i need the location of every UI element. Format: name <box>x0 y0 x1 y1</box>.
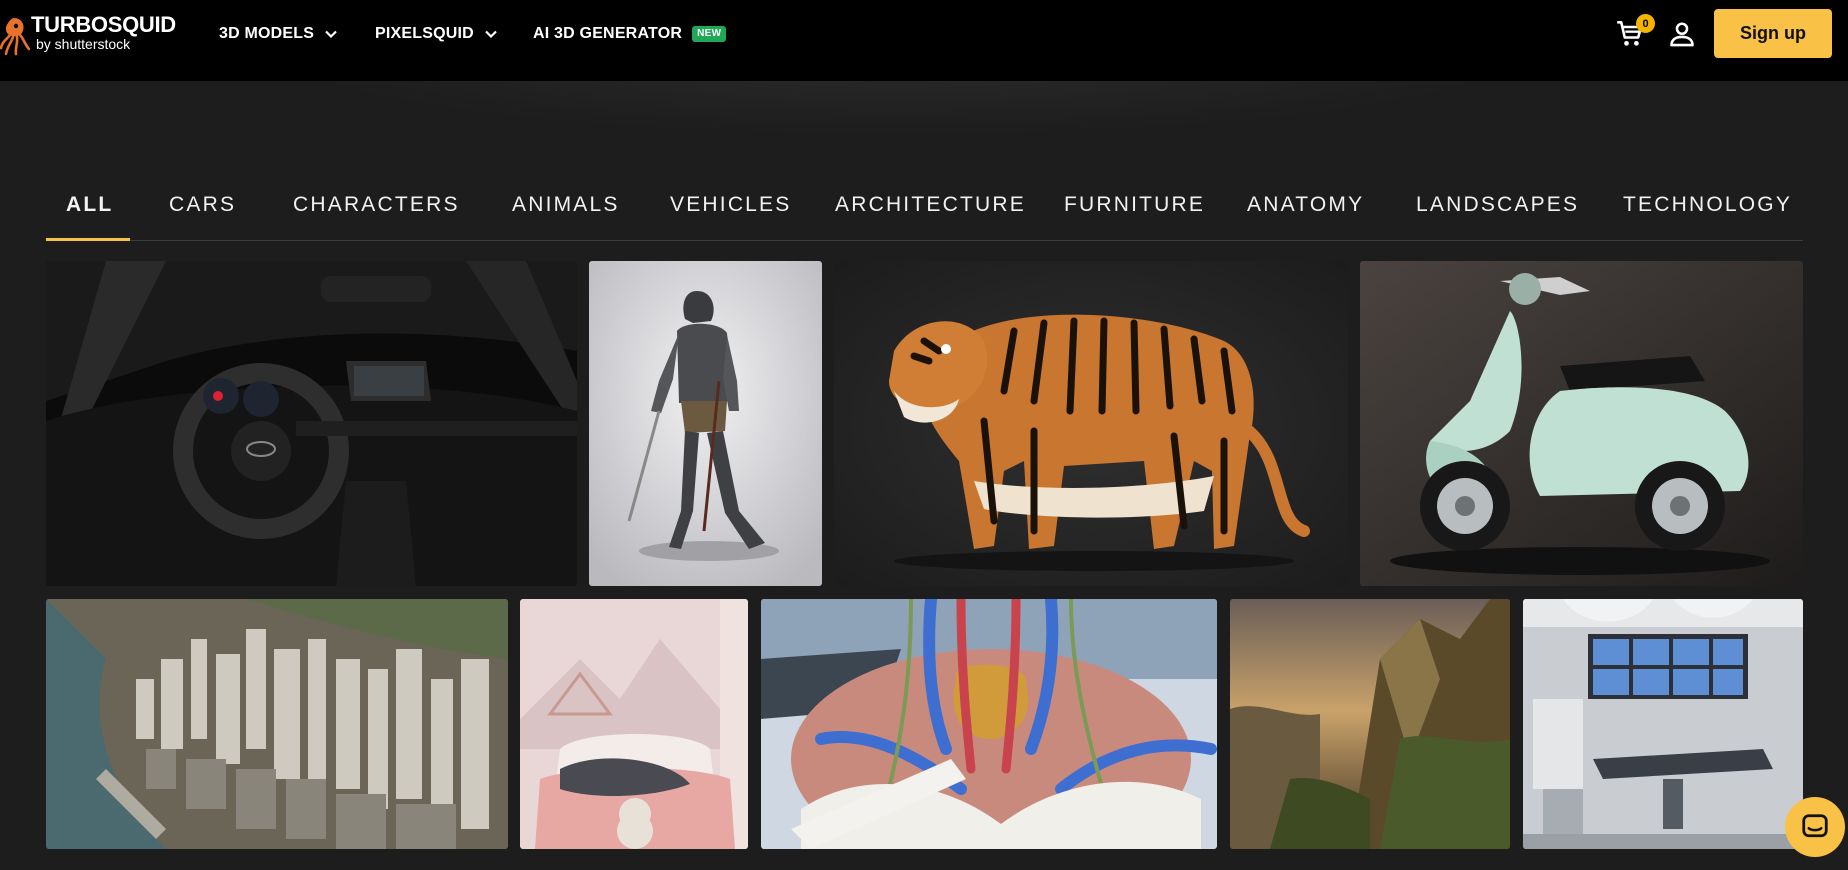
tab-technology[interactable]: TECHNOLOGY <box>1623 180 1792 241</box>
nav-pixelsquid-label: PIXELSQUID <box>375 25 474 42</box>
tab-characters[interactable]: CHARACTERS <box>293 180 460 241</box>
tab-vehicles[interactable]: VEHICLES <box>670 180 791 241</box>
tile-city[interactable] <box>46 599 508 849</box>
brand-name: TURBOSQUID <box>31 12 176 37</box>
tab-animals[interactable]: ANIMALS <box>512 180 620 241</box>
brand-byline: by shutterstock <box>36 36 131 52</box>
sign-up-button[interactable]: Sign up <box>1714 9 1832 58</box>
tile-car-interior[interactable] <box>46 261 577 586</box>
landscape-image <box>1230 599 1510 849</box>
car-interior-image <box>46 261 577 586</box>
nav-ai-3d-generator[interactable]: AI 3D GENERATOR NEW <box>533 24 727 44</box>
tab-all[interactable]: ALL <box>46 180 130 241</box>
nav-3d-models-label: 3D MODELS <box>219 25 315 42</box>
tab-anatomy[interactable]: ANATOMY <box>1247 180 1364 241</box>
turbosquid-logo[interactable]: TURBOSQUID by shutterstock <box>0 12 192 56</box>
category-tabs: ALL CARS CHARACTERS ANIMALS VEHICLES ARC… <box>46 180 1803 241</box>
tab-landscapes[interactable]: LANDSCAPES <box>1416 180 1579 241</box>
new-badge: NEW <box>692 26 727 42</box>
top-navigation-bar: TURBOSQUID by shutterstock 3D MODELS PIX… <box>0 0 1848 81</box>
chevron-down-icon <box>485 30 497 39</box>
chat-support-button[interactable] <box>1785 797 1845 857</box>
tab-architecture[interactable]: ARCHITECTURE <box>835 180 1026 241</box>
tile-scooter[interactable] <box>1360 261 1803 586</box>
tile-tiger[interactable] <box>834 261 1348 586</box>
tile-knight[interactable] <box>589 261 822 586</box>
chat-icon <box>1802 814 1828 838</box>
anatomy-image <box>761 599 1217 849</box>
bedroom-image <box>520 599 748 849</box>
nav-ai-3d-generator-label: AI 3D GENERATOR <box>533 25 683 42</box>
account-button[interactable] <box>1668 20 1696 48</box>
cart-count-badge: 0 <box>1636 14 1655 33</box>
tiger-image <box>834 261 1348 586</box>
chevron-down-icon <box>325 30 337 39</box>
squid-logo-icon <box>0 18 30 56</box>
tab-cars[interactable]: CARS <box>169 180 236 241</box>
tile-landscape[interactable] <box>1230 599 1510 849</box>
tile-bedroom[interactable] <box>520 599 748 849</box>
nav-pixelsquid[interactable]: PIXELSQUID <box>375 24 498 44</box>
user-icon <box>1670 22 1694 47</box>
scooter-image <box>1360 261 1803 586</box>
city-image <box>46 599 508 849</box>
tile-anatomy[interactable] <box>761 599 1217 849</box>
cart-button[interactable]: 0 <box>1614 14 1655 54</box>
operating-room-image <box>1523 599 1803 849</box>
tile-operating-room[interactable] <box>1523 599 1803 849</box>
knight-image <box>589 261 822 586</box>
nav-3d-models[interactable]: 3D MODELS <box>219 24 338 44</box>
tab-furniture[interactable]: FURNITURE <box>1064 180 1205 241</box>
